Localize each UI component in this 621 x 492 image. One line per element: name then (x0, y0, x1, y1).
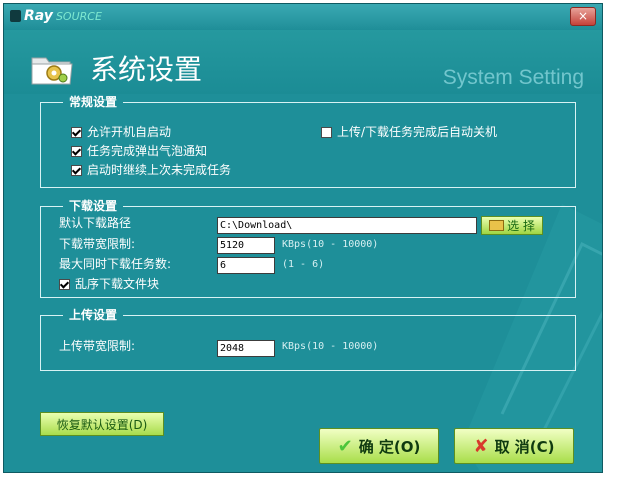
logo-icon (10, 10, 21, 22)
max-tasks-hint: (1 - 6) (282, 259, 325, 270)
restore-defaults-button[interactable]: 恢复默认设置(D) (40, 412, 164, 436)
logo-subtext: SOURCE (55, 9, 102, 23)
auto-start-label: 允许开机自启动 (87, 125, 172, 139)
auto-shutdown-option[interactable]: 上传/下载任务完成后自动关机 (321, 125, 497, 139)
auto-shutdown-checkbox[interactable] (321, 126, 332, 138)
bubble-notify-option[interactable]: 任务完成弹出气泡通知 (71, 144, 207, 158)
ok-button-label: 确 定(O) (358, 437, 421, 456)
download-path-label: 默认下载路径 (59, 216, 132, 230)
cancel-button-label: 取 消(C) (494, 437, 555, 456)
settings-window: Ray SOURCE × 系统设置 System Setting 常规设置 允许… (3, 3, 603, 473)
resume-tasks-checkbox[interactable] (71, 164, 82, 176)
close-button[interactable]: × (570, 7, 596, 26)
bubble-notify-label: 任务完成弹出气泡通知 (87, 144, 208, 158)
choose-folder-button[interactable]: 选 择 (481, 216, 543, 235)
download-settings-title: 下载设置 (63, 198, 124, 214)
download-bandwidth-label: 下载带宽限制: (59, 237, 136, 251)
max-tasks-input[interactable]: 6 (217, 257, 275, 274)
settings-folder-icon (31, 57, 73, 85)
page-subtitle: System Setting (442, 66, 584, 89)
upload-bandwidth-label: 上传带宽限制: (59, 339, 136, 353)
auto-shutdown-label: 上传/下载任务完成后自动关机 (337, 125, 498, 139)
download-path-input[interactable]: C:\Download\ (217, 217, 477, 234)
title-bar[interactable]: Ray SOURCE × (4, 4, 602, 30)
folder-open-icon (489, 220, 505, 231)
bubble-notify-checkbox[interactable] (71, 145, 82, 157)
choose-folder-label: 选 择 (507, 219, 535, 233)
general-settings-title: 常规设置 (63, 94, 124, 110)
resume-tasks-option[interactable]: 启动时继续上次未完成任务 (71, 163, 231, 177)
page-title: 系统设置 (90, 53, 203, 86)
max-tasks-label: 最大同时下载任务数: (59, 257, 172, 271)
app-logo: Ray SOURCE (10, 8, 102, 24)
upload-settings-title: 上传设置 (63, 307, 124, 323)
random-blocks-label: 乱序下载文件块 (75, 277, 160, 291)
checkmark-icon: ✔ (337, 435, 353, 457)
auto-start-checkbox[interactable] (71, 126, 82, 138)
cross-icon: ✘ (473, 435, 489, 457)
cancel-button[interactable]: ✘ 取 消(C) (454, 428, 574, 464)
random-blocks-checkbox[interactable] (59, 278, 70, 290)
logo-text: Ray (24, 8, 53, 24)
resume-tasks-label: 启动时继续上次未完成任务 (87, 163, 232, 177)
upload-bandwidth-input[interactable]: 2048 (217, 340, 275, 357)
ok-button[interactable]: ✔ 确 定(O) (319, 428, 439, 464)
upload-bandwidth-hint: KBps(10 - 10000) (282, 341, 379, 352)
auto-start-option[interactable]: 允许开机自启动 (71, 125, 171, 139)
download-bandwidth-hint: KBps(10 - 10000) (282, 239, 379, 250)
random-blocks-option[interactable]: 乱序下载文件块 (59, 277, 159, 291)
download-bandwidth-input[interactable]: 5120 (217, 237, 275, 254)
